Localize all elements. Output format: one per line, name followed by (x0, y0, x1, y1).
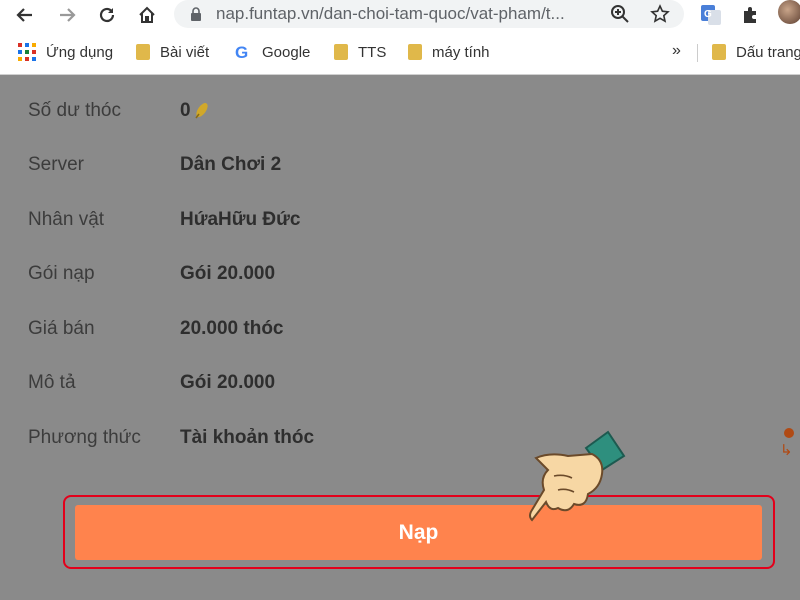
detail-row-description: Mô tả Gói 20.000 (28, 369, 275, 397)
home-icon[interactable] (134, 2, 160, 28)
detail-value: Gói 20.000 (180, 372, 276, 393)
side-indicator-dot (784, 428, 794, 438)
extensions-puzzle-icon[interactable] (738, 2, 764, 28)
detail-label: Mô tả (28, 372, 76, 393)
detail-row-balance: Số dư thóc 0 (28, 97, 209, 125)
bookmark-may-tinh[interactable]: máy tính (408, 41, 490, 63)
side-return-arrow-icon: ↳ (780, 442, 793, 459)
bookmark-label: Bài viết (160, 43, 210, 61)
nap-submit-button[interactable]: Nạp (75, 505, 762, 560)
detail-value: 0 (180, 100, 209, 122)
detail-label: Giá bán (28, 318, 95, 339)
address-bar[interactable]: nap.funtap.vn/dan-choi-tam-quoc/vat-pham… (174, 0, 684, 28)
bookmark-star-icon[interactable] (650, 4, 670, 29)
balance-value: 0 (180, 100, 191, 121)
folder-icon (334, 44, 348, 60)
detail-label: Gói nạp (28, 263, 95, 284)
bookmarks-separator (697, 44, 698, 62)
svg-text:G: G (235, 43, 248, 61)
page-content: Số dư thóc 0 Server Dân Chơi 2 Nhân vật … (0, 75, 800, 600)
detail-label: Server (28, 154, 84, 175)
pointing-hand-icon (528, 430, 628, 530)
detail-value: Gói 20.000 (180, 263, 276, 284)
bookmark-dau-trang[interactable]: Dấu trang (712, 41, 800, 63)
folder-icon (712, 44, 726, 60)
google-icon: G (234, 43, 252, 61)
svg-text:G: G (704, 9, 712, 20)
detail-label: Số dư thóc (28, 100, 121, 121)
bookmark-tts[interactable]: TTS (334, 41, 386, 63)
detail-value: Dân Chơi 2 (180, 154, 282, 175)
folder-icon (408, 44, 422, 60)
bookmark-google[interactable]: G Google (234, 41, 310, 63)
bookmark-label: Dấu trang (736, 43, 800, 61)
zoom-icon[interactable] (610, 4, 630, 29)
detail-row-package: Gói nạp Gói 20.000 (28, 260, 275, 288)
detail-row-price: Giá bán 20.000 thóc (28, 315, 284, 343)
forward-arrow-icon[interactable] (54, 2, 80, 28)
bookmark-apps[interactable]: Ứng dụng (18, 41, 113, 63)
browser-toolbar: nap.funtap.vn/dan-choi-tam-quoc/vat-pham… (0, 0, 800, 30)
back-arrow-icon[interactable] (12, 2, 38, 28)
rice-grain-icon (193, 102, 209, 120)
url-text[interactable]: nap.funtap.vn/dan-choi-tam-quoc/vat-pham… (216, 4, 596, 24)
bookmark-label: máy tính (432, 43, 490, 61)
bookmarks-more-chevron[interactable]: » (672, 42, 681, 60)
lock-icon[interactable] (190, 7, 202, 26)
detail-value: Tài khoản thóc (180, 427, 315, 448)
detail-value: 20.000 thóc (180, 318, 284, 339)
detail-value: HứaHữu Đức (180, 209, 301, 230)
google-translate-icon[interactable]: G (698, 2, 724, 28)
detail-row-method: Phương thức Tài khoản thóc (28, 424, 314, 452)
bookmark-label: Ứng dụng (46, 43, 114, 61)
bookmark-label: TTS (358, 43, 387, 61)
apps-grid-icon (18, 43, 36, 61)
detail-label: Phương thức (28, 427, 141, 448)
folder-icon (136, 44, 150, 60)
reload-icon[interactable] (94, 2, 120, 28)
detail-row-character: Nhân vật HứaHữu Đức (28, 206, 300, 234)
detail-label: Nhân vật (28, 209, 105, 230)
bookmark-label: Google (262, 43, 311, 61)
bookmarks-bar: Ứng dụng Bài viết G Google TTS máy tính … (0, 30, 800, 75)
detail-row-server: Server Dân Chơi 2 (28, 151, 281, 179)
profile-avatar[interactable] (778, 0, 800, 24)
bookmark-bai-viet[interactable]: Bài viết (136, 41, 209, 63)
